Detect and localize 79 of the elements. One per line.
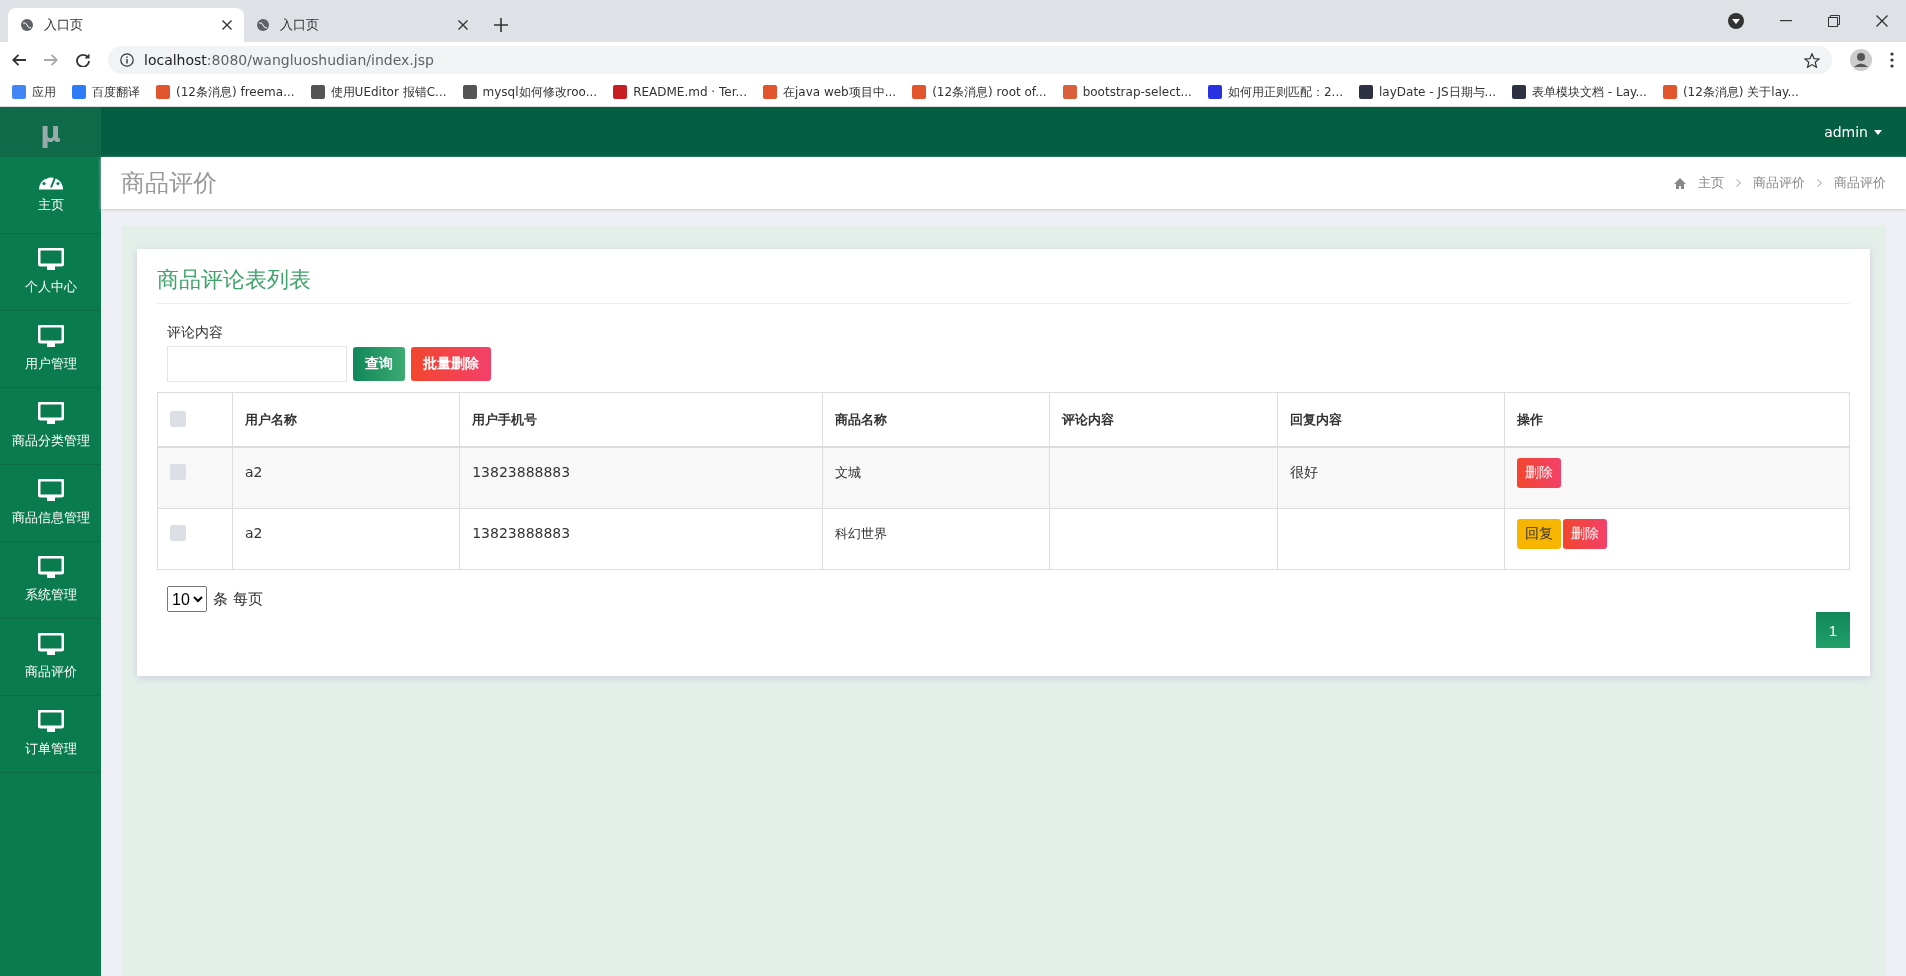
caret-down-icon[interactable]: [1874, 129, 1882, 135]
bookmark[interactable]: README.md · Ter...: [613, 85, 747, 99]
search-label: 评论内容: [167, 324, 224, 342]
bookmark[interactable]: 表单模块文档 - Lay...: [1512, 83, 1647, 101]
restore-icon[interactable]: [1828, 15, 1840, 27]
table-cell: a2: [232, 447, 460, 509]
star-icon[interactable]: [1804, 52, 1820, 68]
bookmark[interactable]: 使用UEditor 报错C...: [310, 83, 447, 101]
sidebar-label: 个人中心: [24, 278, 77, 296]
monitor-icon: [37, 325, 64, 349]
profile-icon[interactable]: [1850, 49, 1872, 71]
sidebar-label: 系统管理: [24, 586, 77, 604]
breadcrumb-link[interactable]: 商品评价: [1753, 174, 1805, 192]
home-icon: [1674, 177, 1686, 189]
checkbox[interactable]: [170, 525, 186, 541]
dashboard-icon: [37, 176, 64, 190]
page-button[interactable]: 1: [1816, 612, 1850, 648]
sidebar-label: 商品分类管理: [11, 432, 90, 450]
sidebar-label: 商品信息管理: [11, 509, 90, 527]
table-cell: 科幻世界: [822, 508, 1050, 570]
sidebar-label: 商品评价: [24, 663, 77, 681]
monitor-icon: [37, 633, 64, 657]
user-menu[interactable]: admin: [1824, 124, 1868, 140]
bookmark[interactable]: bootstrap-select...: [1062, 85, 1192, 99]
table-cell: 13823888883: [459, 508, 823, 570]
monitor-icon: [37, 402, 64, 426]
bookmark[interactable]: mysql如何修改roo...: [462, 83, 598, 101]
table-cell: a2: [232, 508, 460, 570]
page-title: 商品评价: [121, 168, 217, 199]
plus-icon[interactable]: [494, 18, 508, 32]
table-cell: 很好: [1277, 447, 1505, 509]
page-size-select[interactable]: 10: [167, 586, 207, 612]
search-button[interactable]: 查询: [353, 347, 405, 381]
search-field[interactable]: [167, 346, 347, 382]
menu-icon[interactable]: [1890, 52, 1894, 68]
delete-button[interactable]: 删除: [1562, 519, 1607, 549]
reload-icon[interactable]: [76, 53, 90, 67]
bookmark[interactable]: 百度翻译: [72, 83, 140, 101]
monitor-icon: [37, 710, 64, 734]
browser-tab[interactable]: 入口页: [8, 8, 244, 42]
card-title: 商品评论表列表: [157, 265, 1850, 304]
breadcrumb-link[interactable]: 主页: [1698, 174, 1724, 192]
url-text: localhost:8080/wangluoshudian/index.jsp: [144, 52, 434, 68]
monitor-icon: [37, 479, 64, 503]
monitor-icon: [37, 248, 64, 272]
sidebar-label: 主页: [37, 195, 64, 214]
bookmark[interactable]: (12条消息) root of...: [912, 83, 1047, 101]
breadcrumb-link[interactable]: 商品评价: [1834, 174, 1886, 192]
globe-icon: [256, 18, 270, 32]
batch-delete-button[interactable]: 批量删除: [411, 347, 491, 381]
browser-tab[interactable]: 入口页: [244, 8, 480, 42]
close-icon[interactable]: [222, 20, 232, 30]
close-icon[interactable]: [458, 20, 468, 30]
globe-icon: [20, 18, 34, 32]
delete-button[interactable]: 删除: [1516, 458, 1561, 488]
sidebar-label: 用户管理: [24, 355, 77, 373]
bookmark[interactable]: layDate - JS日期与...: [1359, 83, 1497, 101]
sidebar-label: 订单管理: [24, 740, 77, 758]
close-icon[interactable]: [1876, 15, 1888, 27]
bookmark[interactable]: (12条消息) freema...: [156, 83, 295, 101]
chevron-right-icon: [1736, 179, 1741, 187]
checkbox[interactable]: [170, 411, 186, 427]
table-cell: 文城: [822, 447, 1050, 509]
reply-button[interactable]: 回复: [1516, 519, 1561, 549]
chevron-right-icon: [1817, 179, 1822, 187]
page-size-label: 条 每页: [213, 589, 263, 609]
bookmark[interactable]: (12条消息) 关于lay...: [1662, 83, 1799, 101]
minimize-icon[interactable]: [1780, 20, 1792, 22]
bookmark[interactable]: 在java web项目中...: [762, 83, 897, 101]
checkbox[interactable]: [170, 464, 186, 480]
back-arrow-icon[interactable]: [12, 54, 26, 66]
bookmark[interactable]: 应用: [12, 83, 56, 101]
monitor-icon: [37, 556, 64, 580]
address-bar[interactable]: localhost:8080/wangluoshudian/index.jsp: [108, 46, 1832, 74]
bookmark[interactable]: 如何用正则匹配：2...: [1207, 83, 1343, 101]
info-icon: [120, 53, 134, 67]
dropdown-icon[interactable]: [1728, 13, 1744, 29]
table-cell: 13823888883: [459, 447, 823, 509]
logo: μ: [0, 107, 101, 157]
